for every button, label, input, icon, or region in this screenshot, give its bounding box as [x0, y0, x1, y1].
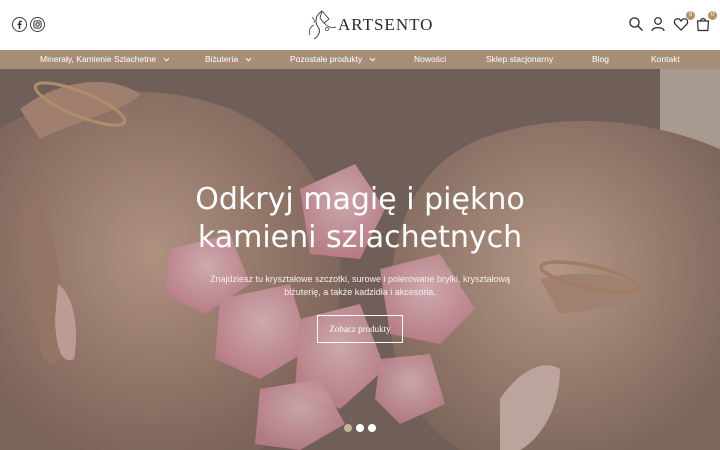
- chevron-down-icon: [163, 56, 170, 63]
- nav-item-new[interactable]: Nowości: [414, 50, 446, 69]
- facebook-icon[interactable]: [12, 17, 27, 32]
- hero-title: Odkryj magię i piękno kamieni szlachetny…: [160, 181, 560, 257]
- nav-item-contact[interactable]: Kontakt: [651, 50, 680, 69]
- hero-title-line1: Odkryj magię i piękno: [195, 182, 525, 217]
- hero-background-image: [0, 69, 720, 450]
- search-icon[interactable]: [628, 16, 644, 32]
- main-nav: Minerały, Kamienie Szlachetne Biżuteria …: [0, 50, 720, 69]
- nav-item-store[interactable]: Sklep stacjonarny: [486, 50, 553, 69]
- instagram-icon[interactable]: [30, 17, 45, 32]
- nav-item-minerals[interactable]: Minerały, Kamienie Szlachetne: [40, 50, 170, 69]
- user-icon[interactable]: [650, 16, 666, 32]
- hero-subtitle-line1: Znajdziesz tu kryształowe szczotki, suro…: [209, 274, 511, 284]
- hero-subtitle: Znajdziesz tu kryształowe szczotki, suro…: [200, 273, 520, 299]
- chevron-down-icon: [369, 56, 376, 63]
- nav-item-label: Kontakt: [651, 54, 680, 64]
- site-header: ARTSENTO 0 0: [0, 0, 720, 50]
- site-logo[interactable]: ARTSENTO: [302, 7, 433, 43]
- nav-item-jewelry[interactable]: Biżuteria: [205, 50, 252, 69]
- cart-count-badge: 0: [708, 11, 717, 20]
- hero-title-line2: kamieni szlachetnych: [197, 220, 523, 255]
- see-products-button[interactable]: Zobacz produkty: [317, 315, 403, 343]
- slider-dots: [344, 424, 380, 432]
- nav-item-blog[interactable]: Blog: [592, 50, 609, 69]
- slider-dot[interactable]: [344, 424, 352, 432]
- nav-item-label: Biżuteria: [205, 54, 239, 64]
- cart-button[interactable]: 0: [695, 11, 717, 32]
- wishlist-button[interactable]: 0: [673, 11, 695, 32]
- nav-item-other-products[interactable]: Pozostałe produkty: [290, 50, 376, 69]
- nav-item-label: Sklep stacjonarny: [486, 54, 554, 64]
- hero-subtitle-line2: biżuterię, a także kadzidła i akcesoria.: [284, 287, 436, 297]
- nav-item-label: Nowości: [414, 54, 447, 64]
- hero-slider: Odkryj magię i piękno kamieni szlachetny…: [0, 69, 720, 450]
- logo-emblem-icon: [308, 10, 337, 40]
- nav-item-label: Minerały, Kamienie Szlachetne: [40, 54, 157, 64]
- slider-dot[interactable]: [368, 424, 376, 432]
- wishlist-count-badge: 0: [686, 11, 695, 20]
- nav-item-label: Pozostałe produkty: [290, 54, 363, 64]
- chevron-down-icon: [245, 56, 252, 63]
- brand-name: ARTSENTO: [338, 15, 434, 34]
- nav-item-label: Blog: [592, 54, 610, 64]
- slider-dot[interactable]: [356, 424, 364, 432]
